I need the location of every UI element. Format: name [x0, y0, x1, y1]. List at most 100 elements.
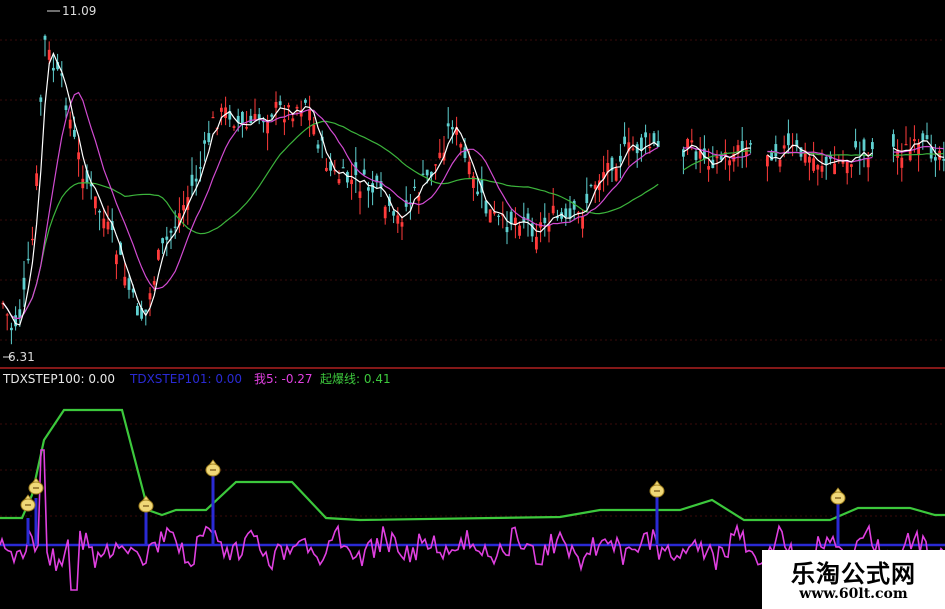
candle-body: [518, 225, 521, 236]
candle-body: [308, 109, 311, 121]
candle-body: [144, 309, 148, 312]
candle-body: [770, 152, 773, 161]
candle-body: [367, 187, 370, 191]
candle-body: [312, 124, 316, 135]
money-bag-icon: [138, 495, 154, 513]
money-bag-icon: [28, 477, 44, 495]
candle-body: [207, 133, 211, 143]
candle-body: [623, 136, 626, 145]
candle-body: [341, 167, 345, 169]
candle-body: [278, 101, 282, 106]
candle-body: [728, 160, 731, 166]
candle-body: [585, 193, 589, 204]
candle-body: [383, 206, 387, 219]
candle-body: [169, 230, 173, 233]
candle-body: [77, 152, 80, 160]
candle-body: [291, 118, 295, 122]
candle-body: [707, 166, 710, 170]
legend-step100: TDXSTEP100: 0.00: [2, 372, 115, 386]
candle-body: [766, 155, 769, 167]
candle-body: [682, 149, 685, 157]
candle-body: [551, 205, 555, 214]
indicator-legend: TDXSTEP100: 0.00 TDXSTEP101: 0.00 我5: -0…: [2, 372, 391, 386]
candle-body: [686, 138, 689, 148]
candle-body: [614, 168, 618, 181]
candle-body: [199, 167, 202, 169]
candle-body: [106, 221, 110, 230]
candle-body: [782, 145, 786, 149]
candle-body: [43, 35, 47, 40]
money-bag-knot: [209, 459, 217, 465]
candle-body: [98, 210, 101, 213]
candle-body: [157, 249, 160, 260]
candle-body: [10, 327, 13, 331]
candle-body: [73, 129, 76, 137]
candle-body: [325, 167, 328, 171]
candle-body: [190, 174, 194, 186]
candle-body: [904, 144, 908, 146]
candle-body: [274, 101, 278, 108]
money-bag-icon: [830, 487, 846, 505]
candle-body: [194, 178, 198, 182]
watermark-url: www.60lt.com: [799, 586, 908, 602]
money-bag-icon: [649, 480, 665, 498]
money-bag-knot: [834, 487, 842, 493]
candle-body: [854, 141, 857, 148]
money-bag-knot: [653, 480, 661, 486]
candle-body: [31, 238, 34, 241]
candle-body: [484, 200, 488, 214]
candle-body: [917, 143, 920, 156]
candle-body: [127, 278, 131, 290]
candle-body: [165, 236, 169, 240]
candle-body: [232, 126, 236, 128]
candle-body: [22, 277, 26, 290]
candle-body: [413, 186, 416, 189]
candle-body: [694, 151, 698, 161]
watermark-title: 乐淘公式网: [791, 559, 916, 588]
candle-body: [392, 211, 395, 216]
candle-body: [900, 157, 904, 168]
candle-body: [220, 107, 223, 112]
candle-body: [123, 276, 127, 286]
candle-body: [94, 196, 97, 209]
candle-body: [35, 173, 38, 186]
candle-body: [52, 67, 55, 71]
price-low-label: 6.31: [8, 350, 35, 364]
candle-body: [253, 113, 257, 120]
candle-body: [287, 105, 290, 108]
ma-mid-line: [2, 91, 944, 319]
candle-body: [152, 281, 156, 285]
money-bag-icon: [20, 494, 36, 512]
candle-body: [850, 164, 853, 167]
candle-body: [581, 216, 584, 229]
candle-body: [816, 165, 820, 170]
candle-body: [644, 132, 647, 138]
candle-body: [812, 158, 815, 171]
candle-body: [871, 142, 874, 150]
candle-body: [446, 123, 450, 127]
candle-body: [400, 222, 404, 227]
candle-body: [266, 121, 269, 134]
candle-body: [148, 293, 152, 300]
candle-body: [476, 191, 479, 195]
candle-body: [371, 183, 374, 193]
candle-body: [136, 305, 139, 316]
candle-body: [245, 127, 248, 129]
candle-body: [350, 179, 353, 185]
candle-body: [619, 155, 622, 162]
candle-body: [824, 156, 828, 165]
candle-body: [421, 173, 425, 175]
candle-body: [833, 163, 836, 175]
grid-lines: [0, 39, 945, 517]
candle-body: [845, 161, 849, 174]
candle-body: [640, 137, 643, 151]
candle-body: [304, 99, 307, 103]
candle-body: [463, 147, 467, 158]
candlestick-series: [1, 34, 945, 345]
candle-body: [892, 134, 895, 147]
candle-body: [451, 127, 454, 130]
candle-body: [589, 184, 593, 187]
candle-body: [652, 133, 656, 143]
money-bag-knot: [32, 477, 40, 483]
candle-body: [715, 156, 719, 159]
